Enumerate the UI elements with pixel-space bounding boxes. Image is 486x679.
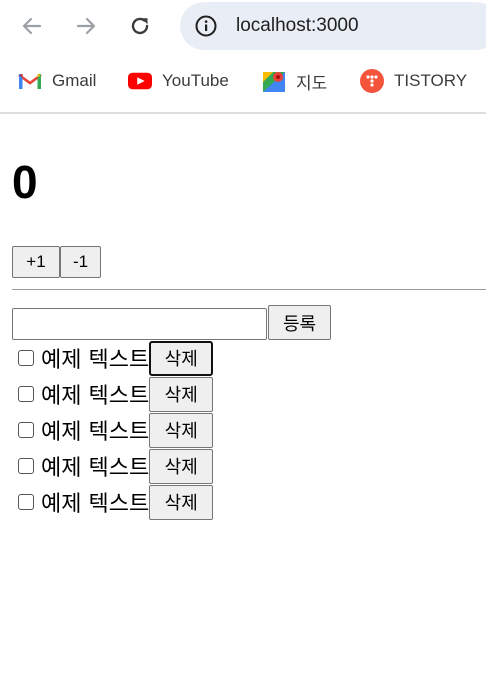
register-button[interactable]: 등록 — [268, 305, 331, 340]
reload-icon — [131, 17, 149, 35]
bookmark-maps[interactable]: 지도 — [262, 68, 327, 94]
bookmarks-bar: Gmail YouTube 지도 TISTORY — [0, 58, 486, 104]
delete-button[interactable]: 삭제 — [149, 484, 214, 520]
todo-item: 예제 텍스트 삭제 — [18, 412, 478, 448]
site-info-icon[interactable] — [194, 14, 218, 38]
delete-button[interactable]: 삭제 — [149, 340, 214, 376]
back-button[interactable] — [16, 10, 48, 42]
arrow-right-icon — [76, 17, 96, 35]
todo-checkbox[interactable] — [18, 422, 34, 438]
delete-button[interactable]: 삭제 — [149, 376, 214, 412]
youtube-icon — [128, 69, 152, 93]
url-text[interactable]: localhost:3000 — [236, 15, 359, 37]
delete-button[interactable]: 삭제 — [149, 412, 214, 448]
todo-input[interactable] — [12, 308, 267, 340]
divider — [12, 289, 486, 290]
tistory-icon — [360, 69, 384, 93]
todo-item: 예제 텍스트 삭제 — [18, 448, 478, 484]
maps-icon — [262, 69, 286, 93]
bookmark-label: TISTORY — [394, 71, 468, 90]
todo-text: 예제 텍스트 — [41, 348, 150, 373]
todo-list: 예제 텍스트 삭제 예제 텍스트 삭제 예제 텍스트 삭제 예제 텍스트 삭제 … — [18, 340, 478, 520]
bookmark-label: 지도 — [296, 73, 328, 93]
todo-item: 예제 텍스트 삭제 — [18, 376, 478, 412]
todo-text: 예제 텍스트 — [41, 384, 150, 409]
bookmark-tistory[interactable]: TISTORY — [360, 68, 467, 94]
gmail-icon — [18, 69, 42, 93]
todo-checkbox[interactable] — [18, 386, 34, 402]
todo-text: 예제 텍스트 — [41, 456, 150, 481]
address-bar[interactable]: localhost:3000 — [180, 2, 486, 50]
forward-button[interactable] — [70, 10, 102, 42]
page-content: 0 +1 -1 등록 예제 텍스트 삭제 예제 텍스트 삭제 예제 텍스트 삭제… — [0, 114, 486, 679]
todo-checkbox[interactable] — [18, 458, 34, 474]
todo-text: 예제 텍스트 — [41, 420, 150, 445]
bookmark-youtube[interactable]: YouTube — [128, 68, 229, 94]
counter-value: 0 — [12, 156, 38, 208]
reload-button[interactable] — [124, 10, 156, 42]
arrow-left-icon — [22, 17, 42, 35]
decrement-button[interactable]: -1 — [60, 246, 101, 278]
delete-button[interactable]: 삭제 — [149, 448, 214, 484]
bookmark-gmail[interactable]: Gmail — [18, 68, 96, 94]
bookmark-label: Gmail — [52, 71, 97, 90]
todo-checkbox[interactable] — [18, 494, 34, 510]
todo-item: 예제 텍스트 삭제 — [18, 484, 478, 520]
bookmark-label: YouTube — [162, 71, 229, 90]
todo-text: 예제 텍스트 — [41, 492, 150, 517]
browser-toolbar: localhost:3000 — [0, 0, 486, 54]
todo-checkbox[interactable] — [18, 350, 34, 366]
todo-item: 예제 텍스트 삭제 — [18, 340, 478, 376]
increment-button[interactable]: +1 — [12, 246, 60, 278]
